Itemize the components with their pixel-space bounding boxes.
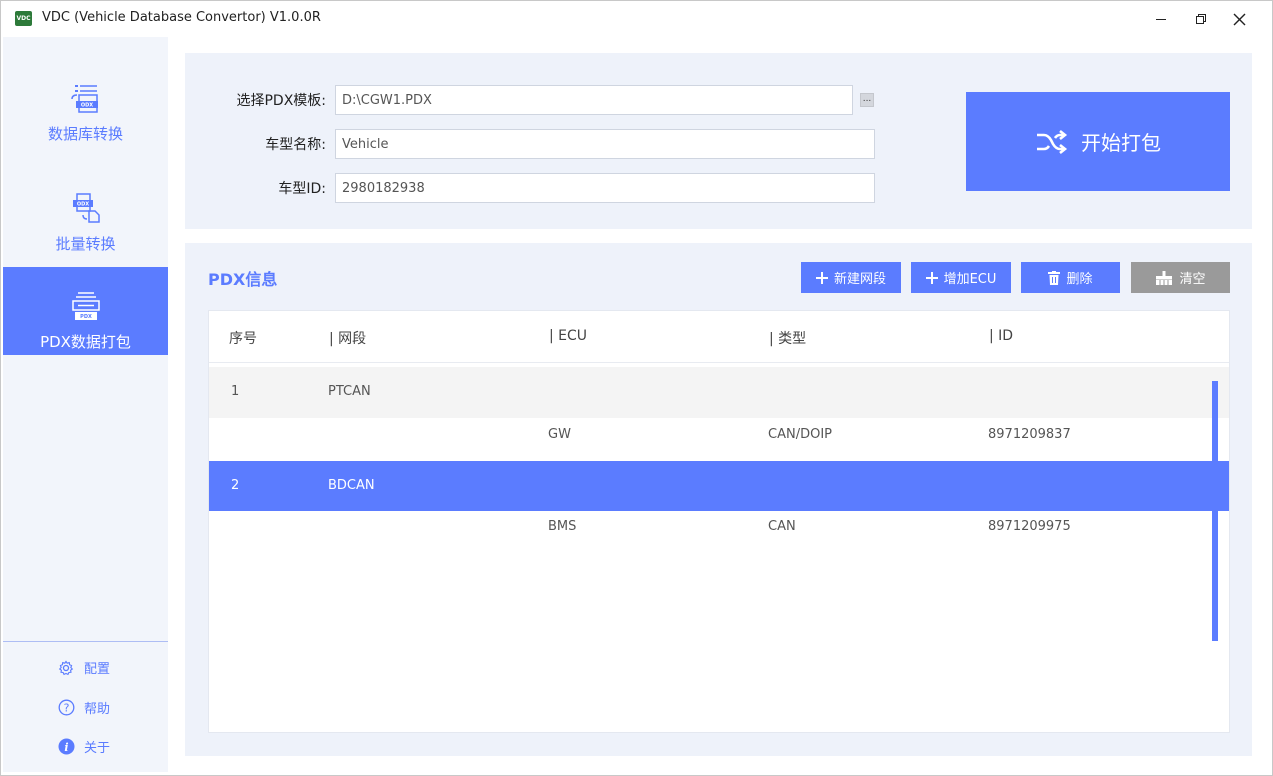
model-name-input[interactable] bbox=[335, 129, 875, 159]
cell-index: 1 bbox=[231, 384, 240, 399]
maximize-button[interactable] bbox=[1183, 3, 1219, 35]
sidebar-link-about[interactable]: i 关于 bbox=[57, 737, 110, 756]
table-row-ecu[interactable]: GW CAN/DOIP 8971209837 bbox=[209, 418, 1229, 461]
cell-type: CAN/DOIP bbox=[768, 427, 832, 442]
svg-text:?: ? bbox=[63, 702, 69, 715]
pdx-info-panel: PDX信息 新建网段 增加ECU 删除 清空 序号 | 网段 | ECU | 类… bbox=[185, 243, 1252, 756]
sidebar-item-database-convert[interactable]: ODX 数据库转换 bbox=[3, 59, 168, 147]
delete-label: 删除 bbox=[1066, 272, 1093, 287]
sidebar-item-label: PDX数据打包 bbox=[40, 333, 131, 351]
table-row-ecu[interactable]: BMS CAN 8971209975 bbox=[209, 511, 1229, 551]
model-id-row: 车型ID: bbox=[185, 173, 875, 203]
svg-text:i: i bbox=[64, 741, 68, 754]
sidebar-item-batch-convert[interactable]: ODX 批量转换 bbox=[3, 169, 168, 257]
add-ecu-label: 增加ECU bbox=[943, 272, 997, 287]
sidebar-link-label: 配置 bbox=[84, 662, 111, 677]
column-header-ecu[interactable]: | ECU bbox=[549, 328, 587, 344]
column-header-type[interactable]: | 类型 bbox=[769, 328, 806, 348]
cell-ecu: GW bbox=[548, 427, 571, 442]
model-id-label: 车型ID: bbox=[278, 181, 326, 197]
sidebar-link-label: 帮助 bbox=[84, 702, 111, 717]
cell-segment: PTCAN bbox=[328, 384, 371, 399]
restore-icon bbox=[1196, 14, 1206, 24]
minimize-button[interactable] bbox=[1143, 3, 1179, 35]
browse-button[interactable]: ... bbox=[860, 93, 874, 107]
window-title: VDC (Vehicle Database Convertor) V1.0.0R bbox=[42, 10, 321, 25]
template-row: 选择PDX模板: ... bbox=[185, 85, 874, 115]
sidebar-item-label: 数据库转换 bbox=[47, 125, 123, 143]
close-icon bbox=[1233, 13, 1245, 25]
plus-icon bbox=[925, 271, 938, 284]
sidebar-icon-badge: ODX bbox=[80, 103, 92, 109]
table-header: 序号 | 网段 | ECU | 类型 | ID bbox=[209, 311, 1229, 363]
plus-icon bbox=[815, 271, 828, 284]
cell-segment: BDCAN bbox=[328, 478, 375, 493]
shuffle-icon bbox=[1037, 129, 1068, 154]
table-row-segment[interactable]: 1 PTCAN bbox=[209, 367, 1229, 418]
sidebar-divider bbox=[3, 641, 168, 642]
sidebar-link-label: 关于 bbox=[84, 741, 111, 756]
cell-index: 2 bbox=[231, 478, 240, 493]
vertical-scrollbar[interactable] bbox=[1212, 381, 1218, 641]
info-icon: i bbox=[57, 738, 75, 756]
new-segment-button[interactable]: 新建网段 bbox=[801, 262, 901, 293]
model-name-label: 车型名称: bbox=[265, 137, 326, 153]
template-label: 选择PDX模板: bbox=[236, 93, 326, 109]
minimize-icon bbox=[1156, 19, 1166, 20]
column-header-segment[interactable]: | 网段 bbox=[329, 328, 366, 348]
sidebar-link-config[interactable]: 配置 bbox=[57, 658, 110, 677]
new-segment-label: 新建网段 bbox=[833, 272, 886, 287]
pdx-table: 序号 | 网段 | ECU | 类型 | ID 1 PTCAN GW CAN/D… bbox=[208, 310, 1230, 733]
app-logo-icon: VDC bbox=[15, 11, 32, 26]
model-name-row: 车型名称: bbox=[185, 129, 875, 159]
title-bar: VDC VDC (Vehicle Database Convertor) V1.… bbox=[1, 1, 1272, 37]
start-pack-label: 开始打包 bbox=[1081, 131, 1161, 155]
cell-id: 8971209837 bbox=[988, 427, 1071, 442]
sidebar-icon-badge: ODX bbox=[76, 202, 88, 208]
broom-icon bbox=[1156, 270, 1173, 285]
database-convert-icon: ODX bbox=[70, 85, 98, 113]
sidebar-item-label: 批量转换 bbox=[55, 235, 116, 253]
cell-id: 8971209975 bbox=[988, 519, 1071, 534]
help-icon: ? bbox=[57, 699, 75, 717]
model-id-input[interactable] bbox=[335, 173, 875, 203]
sidebar-item-pdx-package[interactable]: PDX PDX数据打包 bbox=[3, 267, 168, 355]
start-pack-button[interactable]: 开始打包 bbox=[966, 92, 1230, 191]
close-button[interactable] bbox=[1221, 3, 1257, 35]
app-window: VDC VDC (Vehicle Database Convertor) V1.… bbox=[0, 0, 1273, 776]
batch-convert-icon: ODX bbox=[72, 193, 100, 223]
trash-icon bbox=[1048, 270, 1061, 285]
pdx-package-icon: PDX bbox=[71, 292, 100, 320]
table-row-segment-selected[interactable]: 2 BDCAN bbox=[209, 461, 1229, 511]
sidebar-link-help[interactable]: ? 帮助 bbox=[57, 698, 110, 717]
pdx-form-panel: 选择PDX模板: ... 车型名称: 车型ID: 开始打包 bbox=[185, 53, 1252, 229]
add-ecu-button[interactable]: 增加ECU bbox=[911, 262, 1011, 293]
cell-type: CAN bbox=[768, 519, 796, 534]
column-header-id[interactable]: | ID bbox=[989, 328, 1013, 344]
sidebar: ODX 数据库转换 ODX 批量转换 PDX PDX数据打包 配置 ? 帮助 i… bbox=[3, 37, 168, 772]
section-title: PDX信息 bbox=[208, 270, 278, 289]
delete-button[interactable]: 删除 bbox=[1021, 262, 1120, 293]
clear-button[interactable]: 清空 bbox=[1131, 262, 1230, 293]
gear-icon bbox=[57, 659, 75, 677]
sidebar-icon-badge: PDX bbox=[80, 314, 92, 320]
cell-ecu: BMS bbox=[548, 519, 577, 534]
column-header-index[interactable]: 序号 bbox=[229, 328, 257, 348]
clear-label: 清空 bbox=[1179, 272, 1206, 287]
template-path-input[interactable] bbox=[335, 85, 853, 115]
